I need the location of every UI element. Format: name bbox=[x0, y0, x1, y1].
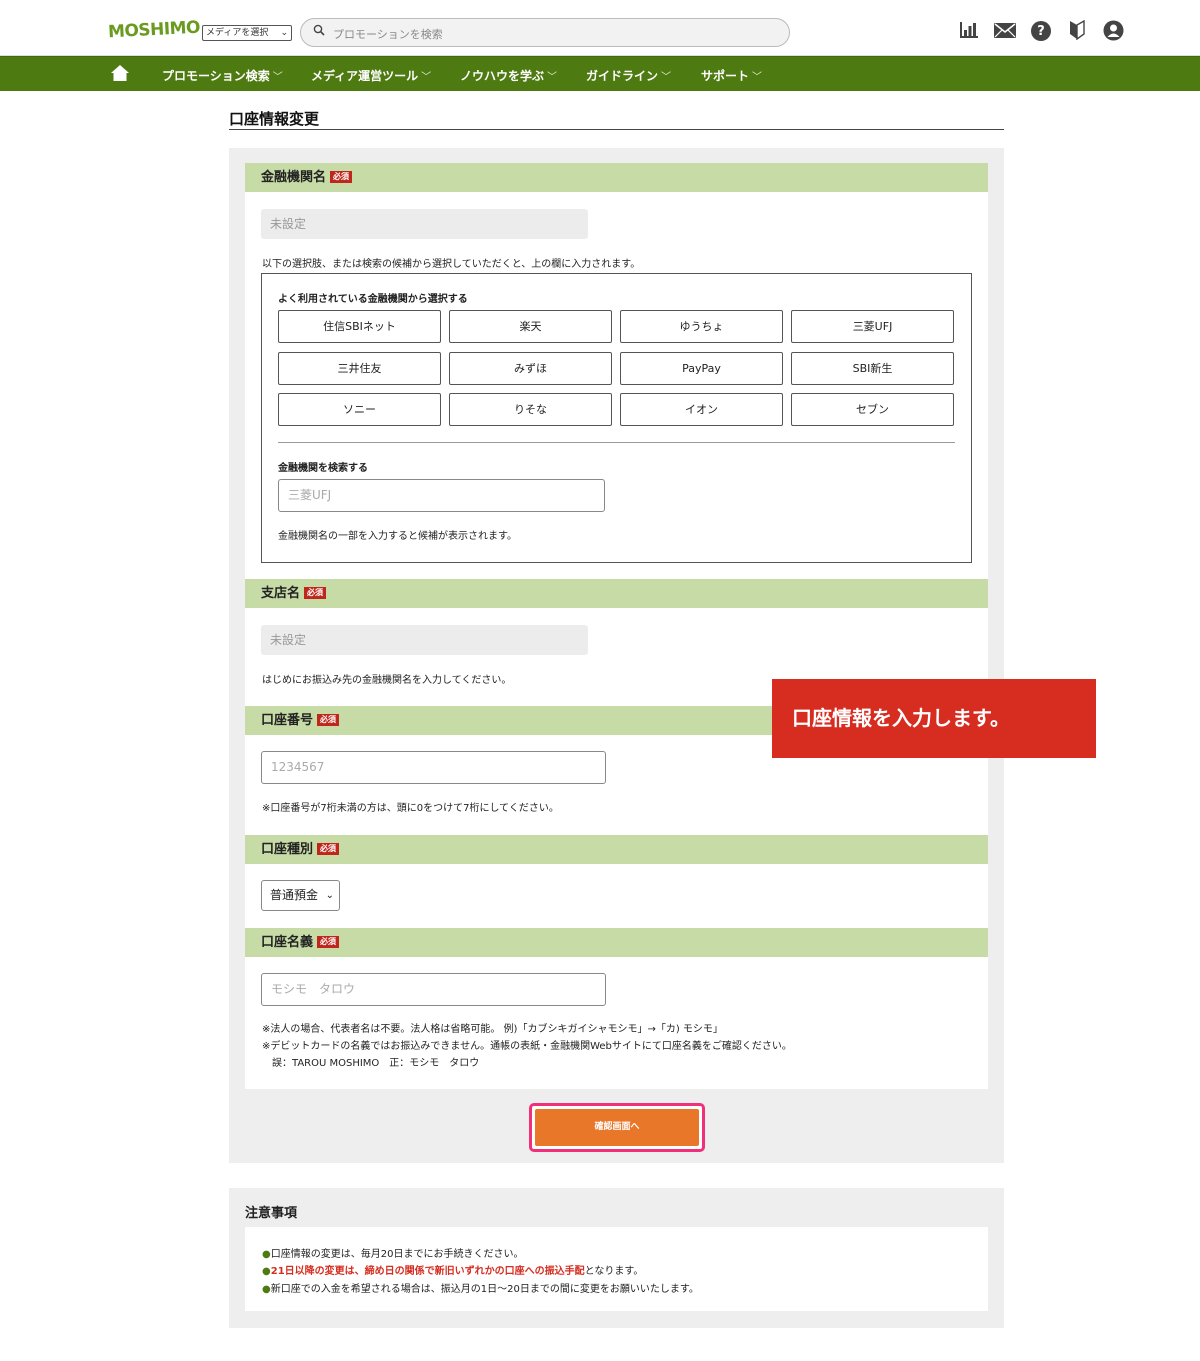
account-number-hint: ※口座番号が7桁未満の方は、頭に0をつけて7桁にしてください。 bbox=[262, 803, 559, 814]
nav-learn-knowhow[interactable]: ノウハウを学ぶ ﹀ bbox=[460, 67, 557, 84]
bullet: ● bbox=[262, 1249, 271, 1260]
media-select[interactable]: メディアを選択 ⌄ bbox=[202, 25, 292, 41]
main-navbar: プロモーション検索 ﹀ メディア運営ツール ﹀ ノウハウを学ぶ ﹀ ガイドライン ﹀ サ… bbox=[0, 56, 1200, 91]
title-divider bbox=[229, 129, 1004, 130]
divider bbox=[278, 442, 955, 443]
chevron-down-icon: ﹀ bbox=[661, 72, 672, 83]
moshimo-logo[interactable]: MOSHIMO bbox=[108, 18, 201, 43]
bank-search-hint: 金融機関名の一部を入力すると候補が表示されます。 bbox=[278, 531, 517, 542]
bank-button[interactable]: みずほ bbox=[449, 352, 612, 385]
nav-label: メディア運営ツール bbox=[311, 69, 419, 83]
nav-support[interactable]: サポート ﹀ bbox=[701, 67, 762, 84]
bank-instruction: 以下の選択肢、または検索の候補から選択していただくと、上の欄に入力されます。 bbox=[262, 259, 641, 270]
notice-text: となります。 bbox=[584, 1266, 644, 1277]
nav-label: サポート bbox=[701, 69, 750, 83]
top-header: MOSHIMO メディアを選択 ⌄ プロモーションを検索 ? bbox=[0, 0, 1200, 56]
branch-hint: はじめにお振込み先の金融機関名を入力してください。 bbox=[262, 675, 512, 686]
account-type-select[interactable]: 普通預金 ⌄ bbox=[261, 880, 340, 911]
bank-name-field: 未設定 bbox=[261, 209, 588, 239]
chart-icon[interactable] bbox=[958, 19, 980, 41]
bank-button[interactable]: 三菱UFJ bbox=[791, 310, 954, 343]
bank-search-input[interactable]: 三菱UFJ bbox=[278, 479, 605, 512]
notice-text: 口座情報の変更は、毎月20日までにお手続きください。 bbox=[270, 1249, 524, 1260]
search-icon bbox=[313, 24, 325, 40]
bank-button[interactable]: 楽天 bbox=[449, 310, 612, 343]
bank-button[interactable]: セブン bbox=[791, 393, 954, 426]
notice-item: ●口座情報の変更は、毎月20日までにお手続きください。 bbox=[262, 1245, 523, 1260]
nav-label: ノウハウを学ぶ bbox=[460, 69, 545, 83]
required-badge: 必須 bbox=[317, 935, 340, 948]
bank-button[interactable]: イオン bbox=[620, 393, 783, 426]
beginner-icon[interactable] bbox=[1066, 19, 1088, 41]
search-placeholder: プロモーションを検索 bbox=[333, 28, 443, 41]
section-label: 金融機関名 bbox=[261, 170, 327, 185]
account-type-header: 口座種別 必須 bbox=[245, 835, 988, 864]
media-select-value: メディアを選択 bbox=[206, 28, 269, 38]
bank-button[interactable]: SBI新生 bbox=[791, 352, 954, 385]
notice-item: ●新口座での入金を希望される場合は、振込月の1日〜20日までの間に変更をお願いい… bbox=[262, 1280, 699, 1295]
nav-guidelines[interactable]: ガイドライン ﹀ bbox=[586, 67, 671, 84]
account-name-hint: ※デビットカードの名義ではお振込みできません。通帳の表紙・金融機関Webサイトに… bbox=[262, 1041, 792, 1052]
bank-button[interactable]: りそな bbox=[449, 393, 612, 426]
branch-name-header: 支店名 必須 bbox=[245, 579, 988, 608]
bank-button[interactable]: 三井住友 bbox=[278, 352, 441, 385]
chevron-down-icon: ﹀ bbox=[752, 72, 763, 83]
account-name-header: 口座名義 必須 bbox=[245, 928, 988, 957]
nav-label: プロモーション検索 bbox=[162, 69, 270, 83]
notice-text: 新口座での入金を希望される場合は、振込月の1日〜20日までの間に変更をお願いいた… bbox=[270, 1284, 699, 1295]
popular-banks-title: よく利用されている金融機関から選択する bbox=[278, 294, 468, 305]
chevron-down-icon: ﹀ bbox=[272, 72, 283, 83]
chevron-down-icon: ⌄ bbox=[325, 890, 334, 901]
section-label: 口座種別 bbox=[261, 842, 314, 857]
mail-icon[interactable] bbox=[994, 19, 1016, 41]
bank-button[interactable]: ゆうちょ bbox=[620, 310, 783, 343]
chevron-down-icon: ⌄ bbox=[280, 28, 288, 38]
bullet: ● bbox=[262, 1284, 271, 1295]
account-name-input[interactable]: モシモ タロウ bbox=[261, 973, 606, 1006]
page-title: 口座情報変更 bbox=[229, 110, 320, 128]
bank-button[interactable]: PayPay bbox=[620, 352, 783, 385]
bank-name-header: 金融機関名 必須 bbox=[245, 163, 988, 192]
nav-label: ガイドライン bbox=[586, 69, 659, 83]
confirm-button[interactable]: 確認画面へ bbox=[535, 1109, 699, 1146]
bank-search-label: 金融機関を検索する bbox=[278, 463, 368, 474]
branch-name-field: 未設定 bbox=[261, 625, 588, 655]
instruction-callout: 口座情報を入力します。 bbox=[772, 679, 1096, 758]
required-badge: 必須 bbox=[330, 170, 353, 183]
section-label: 口座番号 bbox=[261, 713, 314, 728]
required-badge: 必須 bbox=[317, 842, 340, 855]
nav-media-tools[interactable]: メディア運営ツール ﹀ bbox=[311, 67, 431, 84]
home-icon[interactable] bbox=[110, 64, 130, 82]
promotion-search-input[interactable]: プロモーションを検索 bbox=[300, 18, 790, 47]
account-number-input[interactable]: 1234567 bbox=[261, 751, 606, 784]
chevron-down-icon: ﹀ bbox=[547, 72, 558, 83]
required-badge: 必須 bbox=[317, 713, 340, 726]
required-badge: 必須 bbox=[304, 586, 327, 599]
help-icon[interactable]: ? bbox=[1031, 21, 1051, 41]
notice-title: 注意事項 bbox=[245, 1206, 298, 1221]
notice-item: ●21日以降の変更は、締め日の関係で新旧いずれかの口座への振込手配となります。 bbox=[262, 1262, 643, 1277]
section-label: 支店名 bbox=[261, 586, 301, 601]
section-label: 口座名義 bbox=[261, 935, 314, 950]
notice-text-emphasis: 21日以降の変更は、締め日の関係で新旧いずれかの口座への振込手配 bbox=[270, 1266, 585, 1277]
account-type-value: 普通預金 bbox=[270, 888, 319, 902]
account-icon[interactable] bbox=[1102, 19, 1124, 41]
bank-button[interactable]: 住信SBIネット bbox=[278, 310, 441, 343]
submit-highlight: 確認画面へ bbox=[529, 1103, 705, 1152]
bank-button[interactable]: ソニー bbox=[278, 393, 441, 426]
chevron-down-icon: ﹀ bbox=[421, 72, 432, 83]
bullet: ● bbox=[262, 1266, 271, 1277]
account-name-hint: ※法人の場合、代表者名は不要。法人格は省略可能。 例)「カブシキガイシャモシモ」… bbox=[262, 1024, 723, 1035]
nav-promotion-search[interactable]: プロモーション検索 ﹀ bbox=[162, 67, 283, 84]
account-name-hint: 誤：TAROU MOSHIMO 正：モシモ タロウ bbox=[262, 1058, 480, 1069]
